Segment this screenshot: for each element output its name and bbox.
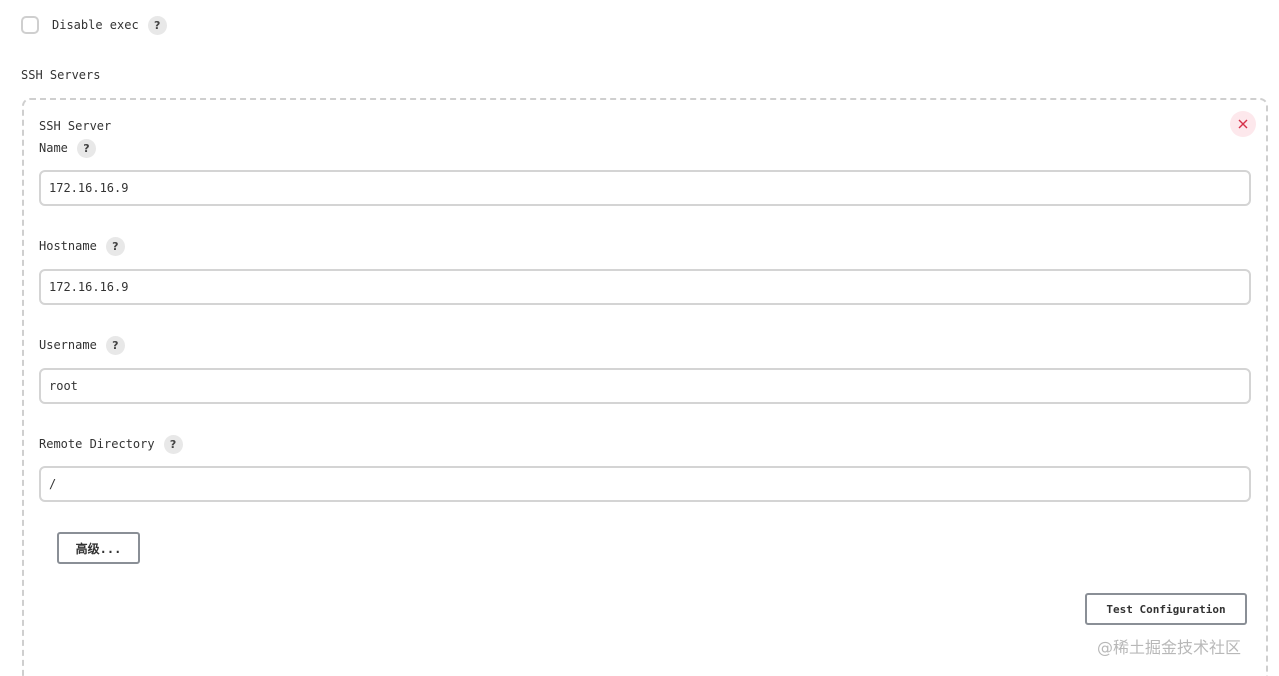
name-label-row: Name ? (39, 138, 96, 158)
remote-directory-help-icon[interactable]: ? (163, 434, 183, 454)
test-configuration-button[interactable]: Test Configuration (1085, 593, 1247, 625)
remote-directory-label: Remote Directory (39, 437, 155, 451)
username-label-row: Username ? (39, 335, 125, 355)
page: Disable exec ? SSH Servers SSH Server Na… (0, 0, 1279, 676)
username-label: Username (39, 338, 97, 352)
remote-directory-input[interactable] (39, 466, 1251, 502)
disable-exec-row: Disable exec ? (21, 14, 167, 36)
name-label: Name (39, 141, 68, 155)
delete-server-button[interactable] (1230, 111, 1256, 137)
disable-exec-checkbox[interactable] (21, 16, 39, 34)
remote-directory-label-row: Remote Directory ? (39, 434, 183, 454)
hostname-label-row: Hostname ? (39, 236, 125, 256)
ssh-server-title: SSH Server (39, 119, 112, 133)
disable-exec-label: Disable exec (52, 18, 139, 32)
username-help-icon[interactable]: ? (105, 335, 125, 355)
username-input[interactable] (39, 368, 1251, 404)
name-input[interactable] (39, 170, 1251, 206)
ssh-servers-label: SSH Servers (21, 68, 101, 82)
hostname-label: Hostname (39, 239, 97, 253)
hostname-help-icon[interactable]: ? (105, 236, 125, 256)
hostname-input[interactable] (39, 269, 1251, 305)
close-icon (1238, 119, 1248, 129)
watermark: @稀土掘金技术社区 (1097, 638, 1242, 657)
disable-exec-help-icon[interactable]: ? (147, 15, 167, 35)
advanced-button[interactable]: 高级... (57, 532, 140, 564)
name-help-icon[interactable]: ? (76, 138, 96, 158)
